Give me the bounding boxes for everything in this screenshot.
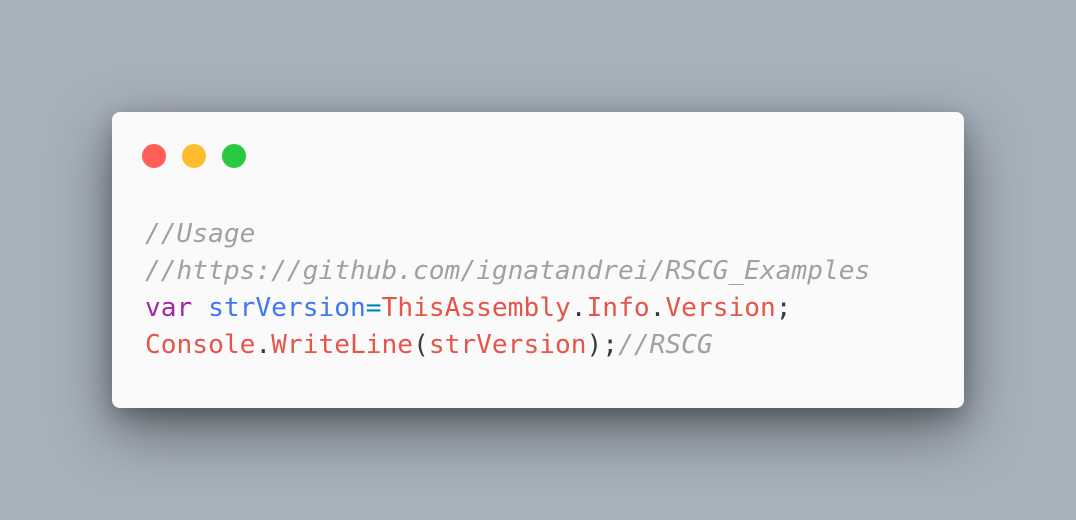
code-window: //Usage //https://github.com/ignatandrei/… (112, 112, 964, 408)
code-token: ThisAssembly (381, 293, 571, 323)
code-token: ( (413, 330, 429, 360)
maximize-dot-icon (222, 144, 246, 168)
code-token: Info (586, 293, 650, 323)
window-controls (142, 144, 246, 168)
code-token: = (365, 293, 382, 323)
code-token: Console (145, 330, 256, 360)
code-token: var (145, 293, 193, 323)
code-token: //https://github.com/ignatandrei/RSCG_Ex… (145, 256, 871, 286)
code-line: Console.WriteLine(strVersion);//RSCG (145, 327, 870, 364)
code-token: ; (775, 293, 792, 323)
code-token: Version (665, 293, 776, 323)
code-token: //RSCG (618, 330, 713, 360)
close-dot-icon (142, 144, 166, 168)
code-line: //https://github.com/ignatandrei/RSCG_Ex… (145, 253, 870, 290)
code-token: strVersion (208, 293, 366, 323)
code-line: //Usage (145, 216, 870, 253)
code-line: var strVersion=ThisAssembly.Info.Version… (145, 290, 870, 327)
code-token: . (570, 293, 587, 323)
code-token: //Usage (145, 219, 256, 249)
code-token: ); (586, 330, 619, 360)
code-token: . (255, 330, 272, 360)
code-block: //Usage //https://github.com/ignatandrei/… (145, 216, 870, 364)
code-token: WriteLine (271, 330, 414, 360)
code-token: . (649, 293, 666, 323)
code-token: strVersion (428, 330, 587, 360)
minimize-dot-icon (182, 144, 206, 168)
